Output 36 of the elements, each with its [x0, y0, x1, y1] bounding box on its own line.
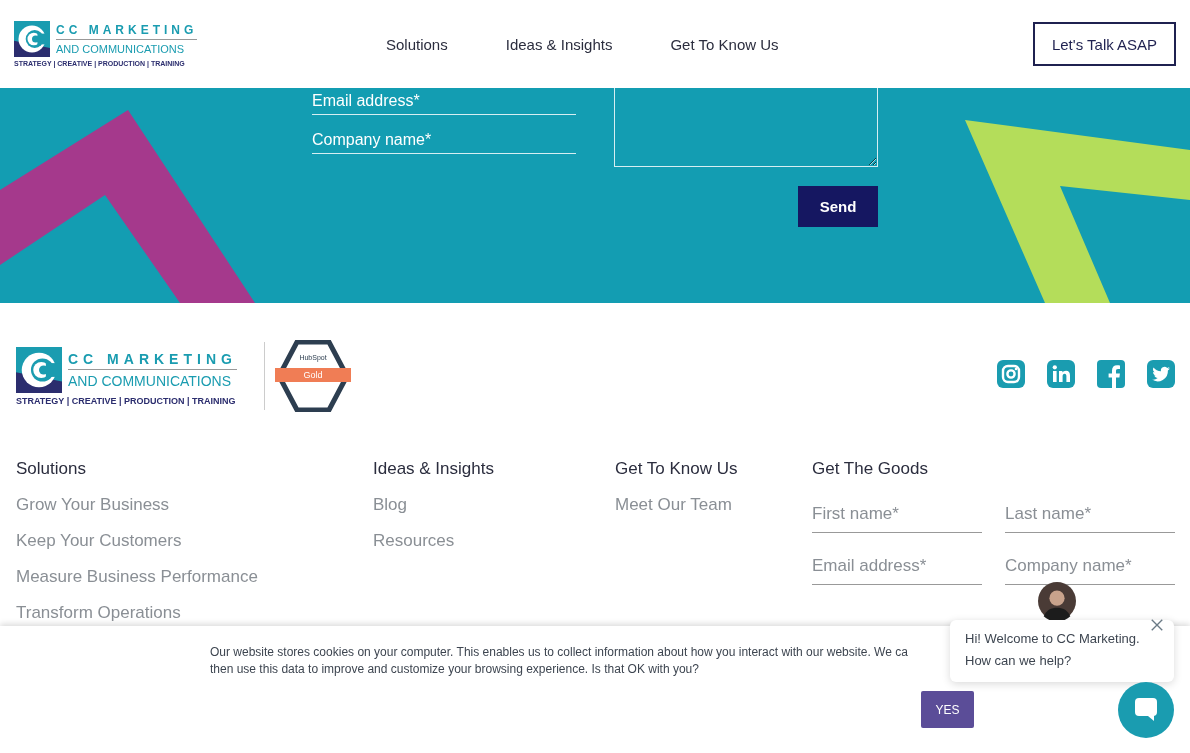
- footer-link[interactable]: Meet Our Team: [615, 495, 732, 515]
- nav-link[interactable]: Get To Know Us: [670, 35, 779, 53]
- cookie-message: Our website stores cookies on your computer. This enables us to collect information about how you interact with our website. We ca then use this data to improve and customize your browsing experience. Is that OK with you?: [210, 644, 908, 678]
- accept-button[interactable]: YES: [921, 691, 974, 728]
- column-heading: Ideas & Insights: [373, 459, 495, 480]
- brand-subname: AND COMMUNICATIONS: [68, 372, 233, 389]
- footer-link[interactable]: Keep Your Customers: [16, 531, 182, 551]
- chat-message: Hi! Welcome to CC Marketing.: [965, 630, 1141, 648]
- footer-link[interactable]: Transform Operations: [16, 603, 181, 623]
- brand-subname: AND COMMUNICATIONS: [56, 43, 186, 55]
- footer-link[interactable]: Grow Your Business: [16, 495, 170, 515]
- brand-name: CC MARKETING: [68, 350, 237, 370]
- footer-link[interactable]: Resources: [373, 531, 455, 551]
- linkedin-icon[interactable]: [1047, 360, 1075, 388]
- twitter-icon[interactable]: [1147, 360, 1175, 388]
- avatar-icon: [1038, 582, 1076, 620]
- footer-link[interactable]: Measure Business Performance: [16, 567, 258, 587]
- column-heading: Get The Goods: [812, 459, 929, 480]
- cta-button[interactable]: Let's Talk ASAP: [1033, 22, 1176, 66]
- nav-link[interactable]: Solutions: [386, 35, 448, 53]
- brand-name: CC MARKETING: [56, 23, 198, 40]
- send-button[interactable]: Send: [798, 186, 878, 227]
- column-heading: Solutions: [16, 459, 87, 480]
- brand-tagline: STRATEGY | CREATIVE | PRODUCTION | TRAINING: [16, 395, 237, 406]
- chat-launcher-icon[interactable]: [1118, 682, 1174, 738]
- message-field[interactable]: [614, 88, 878, 167]
- close-icon[interactable]: [1150, 618, 1164, 632]
- nav-link[interactable]: Ideas & Insights: [505, 35, 613, 53]
- footer-link[interactable]: Blog: [373, 495, 408, 515]
- badge-tier: Gold: [275, 368, 351, 382]
- column-heading: Get To Know Us: [615, 459, 739, 480]
- logo-mark-icon: [14, 21, 50, 57]
- logo-mark-icon: [16, 346, 62, 393]
- camera-icon[interactable]: [997, 360, 1025, 388]
- chat-message: How can we help?: [965, 652, 1073, 670]
- facebook-icon[interactable]: [1097, 360, 1125, 388]
